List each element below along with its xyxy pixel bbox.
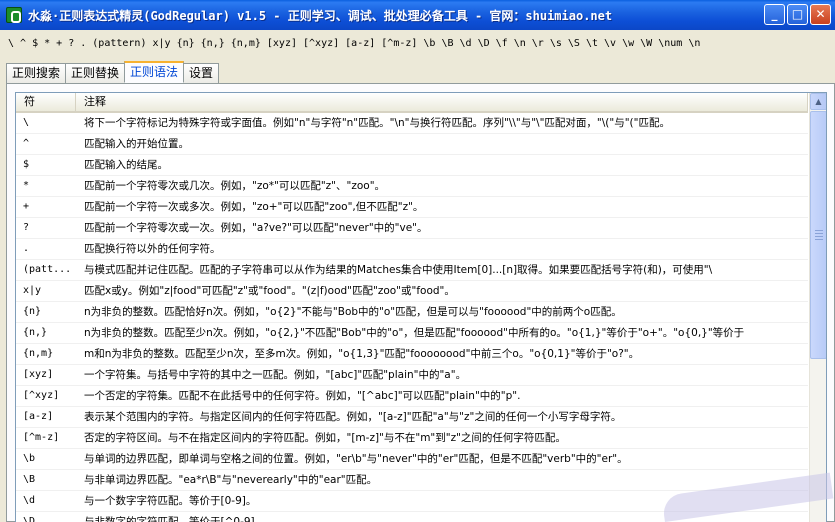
symbol-cell: * [23, 180, 30, 191]
syntax-list-view[interactable]: 符 注释 \ 将下一个字符标记为特殊字符或字面值。例如"n"与字符"n"匹配。"\… [15, 92, 827, 522]
note-cell: 一个字符集。与括号中字符的其中之一匹配。例如，"[abc]"匹配"plain"中… [84, 369, 467, 381]
note-cell: 否定的字符区间。与不在指定区间内的字符匹配。例如，"[m-z]"与不在"m"到"… [84, 432, 566, 444]
symbol-cell: . [23, 243, 30, 254]
note-cell: 匹配输入的结尾。 [84, 159, 168, 171]
tab-bar: 正则搜索 正则替换 正则语法 设置 [6, 61, 220, 83]
table-row[interactable]: \b 与单词的边界匹配，即单词与空格之间的位置。例如，"er\b"与"never"… [16, 449, 808, 470]
tab-label: 正则替换 [71, 66, 120, 80]
syntax-quick-strip[interactable]: \ ^ $ * + ? . (pattern) x|y {n} {n,} {n,… [0, 30, 835, 60]
symbol-cell: $ [23, 159, 30, 170]
thumb-grip [815, 236, 823, 237]
list-header: 符 注释 [16, 93, 808, 113]
note-cell: 匹配前一个字符一次或多次。例如，"zo+"可以匹配"zoo",但不匹配"z"。 [84, 201, 424, 213]
table-row[interactable]: * 匹配前一个字符零次或几次。例如，"zo*"可以匹配"z"、"zoo"。 [16, 176, 808, 197]
table-row[interactable]: {n} n为非负的整数。匹配恰好n次。例如，"o{2}"不能与"Bob中的"o"匹… [16, 302, 808, 323]
table-row[interactable]: $ 匹配输入的结尾。 [16, 155, 808, 176]
table-row[interactable]: [^m-z] 否定的字符区间。与不在指定区间内的字符匹配。例如，"[m-z]"与不… [16, 428, 808, 449]
list-rows: \ 将下一个字符标记为特殊字符或字面值。例如"n"与字符"n"匹配。"\n"与换行… [16, 113, 808, 522]
symbol-cell: {n} [23, 306, 42, 317]
table-row[interactable]: [a-z] 表示某个范围内的字符。与指定区间内的任何字符匹配。例如，"[a-z]"… [16, 407, 808, 428]
note-cell: 一个否定的字符集。匹配不在此括号中的任何字符。例如，"[^abc]"可以匹配"p… [84, 390, 521, 402]
symbol-cell: + [23, 201, 30, 212]
table-row[interactable]: ? 匹配前一个字符零次或一次。例如，"a?ve?"可以匹配"never"中的"ve… [16, 218, 808, 239]
note-cell: 表示某个范围内的字符。与指定区间内的任何字符匹配。例如，"[a-z]"匹配"a"… [84, 411, 622, 423]
table-row[interactable]: {n,} n为非负的整数。匹配至少n次。例如，"o{2,}"不匹配"Bob"中的"… [16, 323, 808, 344]
table-row[interactable]: \B 与非单词边界匹配。"ea*r\B"与"neverearly"中的"ear"匹… [16, 470, 808, 491]
note-cell: 匹配输入的开始位置。 [84, 138, 189, 150]
tab-label: 设置 [189, 66, 214, 80]
close-button[interactable]: ✕ [810, 4, 831, 25]
table-row[interactable]: ^ 匹配输入的开始位置。 [16, 134, 808, 155]
symbol-cell: [^xyz] [23, 390, 60, 401]
syntax-panel: 符 注释 \ 将下一个字符标记为特殊字符或字面值。例如"n"与字符"n"匹配。"\… [6, 83, 835, 522]
note-cell: 与模式匹配并记住匹配。匹配的子字符串可以从作为结果的Matches集合中使用It… [84, 264, 713, 276]
note-cell: 将下一个字符标记为特殊字符或字面值。例如"n"与字符"n"匹配。"\n"与换行符… [84, 117, 670, 129]
symbol-cell: [xyz] [23, 369, 54, 380]
regex-app-icon [6, 7, 22, 23]
table-row[interactable]: (patt... 与模式匹配并记住匹配。匹配的子字符串可以从作为结果的Matche… [16, 260, 808, 281]
vertical-scrollbar[interactable]: ▲ [809, 93, 826, 522]
symbol-cell: ? [23, 222, 30, 233]
note-cell: 匹配换行符以外的任何字符。 [84, 243, 221, 255]
thumb-grip [815, 239, 823, 240]
scrollbar-thumb[interactable] [810, 111, 826, 359]
symbol-cell: \B [23, 474, 36, 485]
symbol-cell: [^m-z] [23, 432, 60, 443]
symbol-cell: \D [23, 516, 36, 522]
window-title: 水淼·正则表达式精灵(GodRegular) v1.5 - 正则学习、调试、批处… [28, 8, 613, 23]
symbol-cell: x|y [23, 285, 42, 296]
symbol-cell: ^ [23, 138, 30, 149]
note-cell: n为非负的整数。匹配恰好n次。例如，"o{2}"不能与"Bob中的"o"匹配，但… [84, 306, 622, 318]
scroll-up-arrow-icon[interactable]: ▲ [810, 93, 826, 110]
symbol-cell: [a-z] [23, 411, 54, 422]
note-cell: m和n为非负的整数。匹配至少n次，至多m次。例如，"o{1,3}"匹配"fooo… [84, 348, 640, 360]
table-row[interactable]: \ 将下一个字符标记为特殊字符或字面值。例如"n"与字符"n"匹配。"\n"与换行… [16, 113, 808, 134]
note-cell: 匹配前一个字符零次或几次。例如，"zo*"可以匹配"z"、"zoo"。 [84, 180, 386, 192]
window-controls: _ □ ✕ [764, 4, 831, 25]
tab-settings[interactable]: 设置 [183, 63, 220, 83]
thumb-grip [815, 233, 823, 234]
symbol-cell: \ [23, 117, 30, 128]
tab-regex-search[interactable]: 正则搜索 [6, 63, 67, 83]
tab-label: 正则语法 [130, 65, 179, 79]
table-row[interactable]: x|y 匹配x或y。例如"z|food"可匹配"z"或"food"。"(z|f)o… [16, 281, 808, 302]
note-cell: 与非单词边界匹配。"ea*r\B"与"neverearly"中的"ear"匹配。 [84, 474, 378, 486]
table-row[interactable]: [^xyz] 一个否定的字符集。匹配不在此括号中的任何字符。例如，"[^abc]"… [16, 386, 808, 407]
minimize-button[interactable]: _ [764, 4, 785, 25]
title-bar[interactable]: 水淼·正则表达式精灵(GodRegular) v1.5 - 正则学习、调试、批处… [0, 0, 835, 30]
symbol-cell: {n,m} [23, 348, 54, 359]
thumb-grip [815, 230, 823, 231]
tab-regex-replace[interactable]: 正则替换 [65, 63, 126, 83]
column-header-note[interactable]: 注释 [76, 93, 808, 111]
symbol-cell: \d [23, 495, 36, 506]
tab-regex-syntax[interactable]: 正则语法 [124, 61, 185, 83]
note-cell: 匹配前一个字符零次或一次。例如，"a?ve?"可以匹配"never"中的"ve"… [84, 222, 428, 234]
column-header-symbol[interactable]: 符 [16, 93, 76, 111]
symbol-cell: {n,} [23, 327, 48, 338]
tab-label: 正则搜索 [12, 66, 61, 80]
table-row[interactable]: . 匹配换行符以外的任何字符。 [16, 239, 808, 260]
table-row[interactable]: + 匹配前一个字符一次或多次。例如，"zo+"可以匹配"zoo",但不匹配"z"。 [16, 197, 808, 218]
table-row[interactable]: [xyz] 一个字符集。与括号中字符的其中之一匹配。例如，"[abc]"匹配"pl… [16, 365, 808, 386]
note-cell: 匹配x或y。例如"z|food"可匹配"z"或"food"。"(z|f)ood"… [84, 285, 455, 297]
table-row[interactable]: {n,m} m和n为非负的整数。匹配至少n次，至多m次。例如，"o{1,3}"匹配… [16, 344, 808, 365]
symbol-cell: \b [23, 453, 36, 464]
note-cell: 与单词的边界匹配，即单词与空格之间的位置。例如，"er\b"与"never"中的… [84, 453, 628, 465]
maximize-button[interactable]: □ [787, 4, 808, 25]
symbol-cell: (patt... [23, 264, 72, 275]
note-cell: n为非负的整数。匹配至少n次。例如，"o{2,}"不匹配"Bob"中的"o"，但… [84, 327, 745, 339]
